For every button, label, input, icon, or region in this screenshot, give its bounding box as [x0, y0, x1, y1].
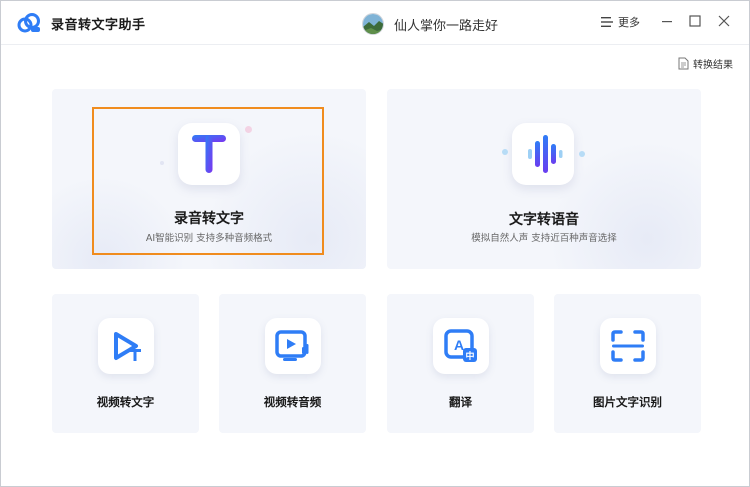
- decor-dot: [502, 149, 508, 155]
- feature-subtitle: AI智能识别 支持多种音频格式: [145, 233, 273, 244]
- minimize-button[interactable]: [659, 13, 675, 29]
- tool-card-video-to-text[interactable]: 视频转文字: [52, 294, 199, 433]
- feature-title: 录音转文字: [174, 211, 244, 227]
- tool-title: 视频转文字: [96, 395, 155, 409]
- text-to-speech-icon-tile: [512, 123, 574, 185]
- feature-card-text-to-speech[interactable]: 文字转语音 模拟自然人声 支持近百种声音选择: [387, 89, 701, 269]
- document-icon: [678, 57, 689, 70]
- video-to-audio-icon: [275, 330, 309, 361]
- username: 仙人掌你一路走好: [394, 18, 499, 34]
- close-button[interactable]: [716, 13, 732, 29]
- tool-title: 图片文字识别: [593, 395, 662, 409]
- app-title: 录音转文字助手: [51, 18, 146, 33]
- tool-title: 翻译: [449, 395, 472, 409]
- letter-t-icon: [192, 135, 226, 173]
- maximize-button[interactable]: [687, 13, 703, 29]
- decor-dot: [579, 151, 585, 157]
- audio-to-text-icon-tile: [178, 123, 240, 185]
- avatar[interactable]: [362, 13, 384, 35]
- svg-text:A: A: [454, 337, 464, 353]
- feature-subtitle: 模拟自然人声 支持近百种声音选择: [471, 233, 617, 244]
- avatar-landscape-icon: [363, 14, 383, 34]
- feature-title: 文字转语音: [509, 212, 579, 228]
- decor-dot: [160, 161, 164, 165]
- tool-title: 视频转音频: [263, 395, 322, 409]
- conversion-results-link[interactable]: 转换结果: [678, 56, 733, 71]
- menu-lines-icon: [601, 17, 613, 27]
- tool-card-translate[interactable]: A 中 翻译: [387, 294, 534, 433]
- tool-card-image-ocr[interactable]: 图片文字识别: [554, 294, 701, 433]
- user-profile[interactable]: 仙人掌你一路走好: [362, 12, 498, 36]
- conversion-results-label: 转换结果: [693, 60, 733, 71]
- video-to-text-icon-tile: [98, 318, 154, 374]
- decor-dot: [245, 126, 252, 133]
- more-button[interactable]: 更多: [601, 14, 640, 30]
- video-to-audio-icon-tile: [265, 318, 321, 374]
- app-window: 录音转文字助手 仙人掌你一路走好 更多 转换结果 录音转文字 AI智能识别 支持…: [0, 0, 750, 487]
- image-ocr-icon: [611, 330, 645, 362]
- translate-icon-tile: A 中: [433, 318, 489, 374]
- more-label: 更多: [618, 16, 640, 29]
- title-bar: 录音转文字助手 仙人掌你一路走好 更多: [1, 1, 749, 45]
- translate-icon: A 中: [444, 329, 477, 362]
- close-icon: [718, 15, 730, 27]
- maximize-icon: [689, 15, 701, 27]
- image-ocr-icon-tile: [600, 318, 656, 374]
- svg-text:中: 中: [465, 350, 474, 362]
- tool-card-video-to-audio[interactable]: 视频转音频: [219, 294, 366, 433]
- sound-wave-icon: [528, 135, 563, 173]
- feature-card-audio-to-text[interactable]: 录音转文字 AI智能识别 支持多种音频格式: [52, 89, 366, 269]
- app-logo-icon: [17, 13, 40, 33]
- minimize-icon: [662, 21, 672, 23]
- video-to-text-icon: [114, 332, 141, 361]
